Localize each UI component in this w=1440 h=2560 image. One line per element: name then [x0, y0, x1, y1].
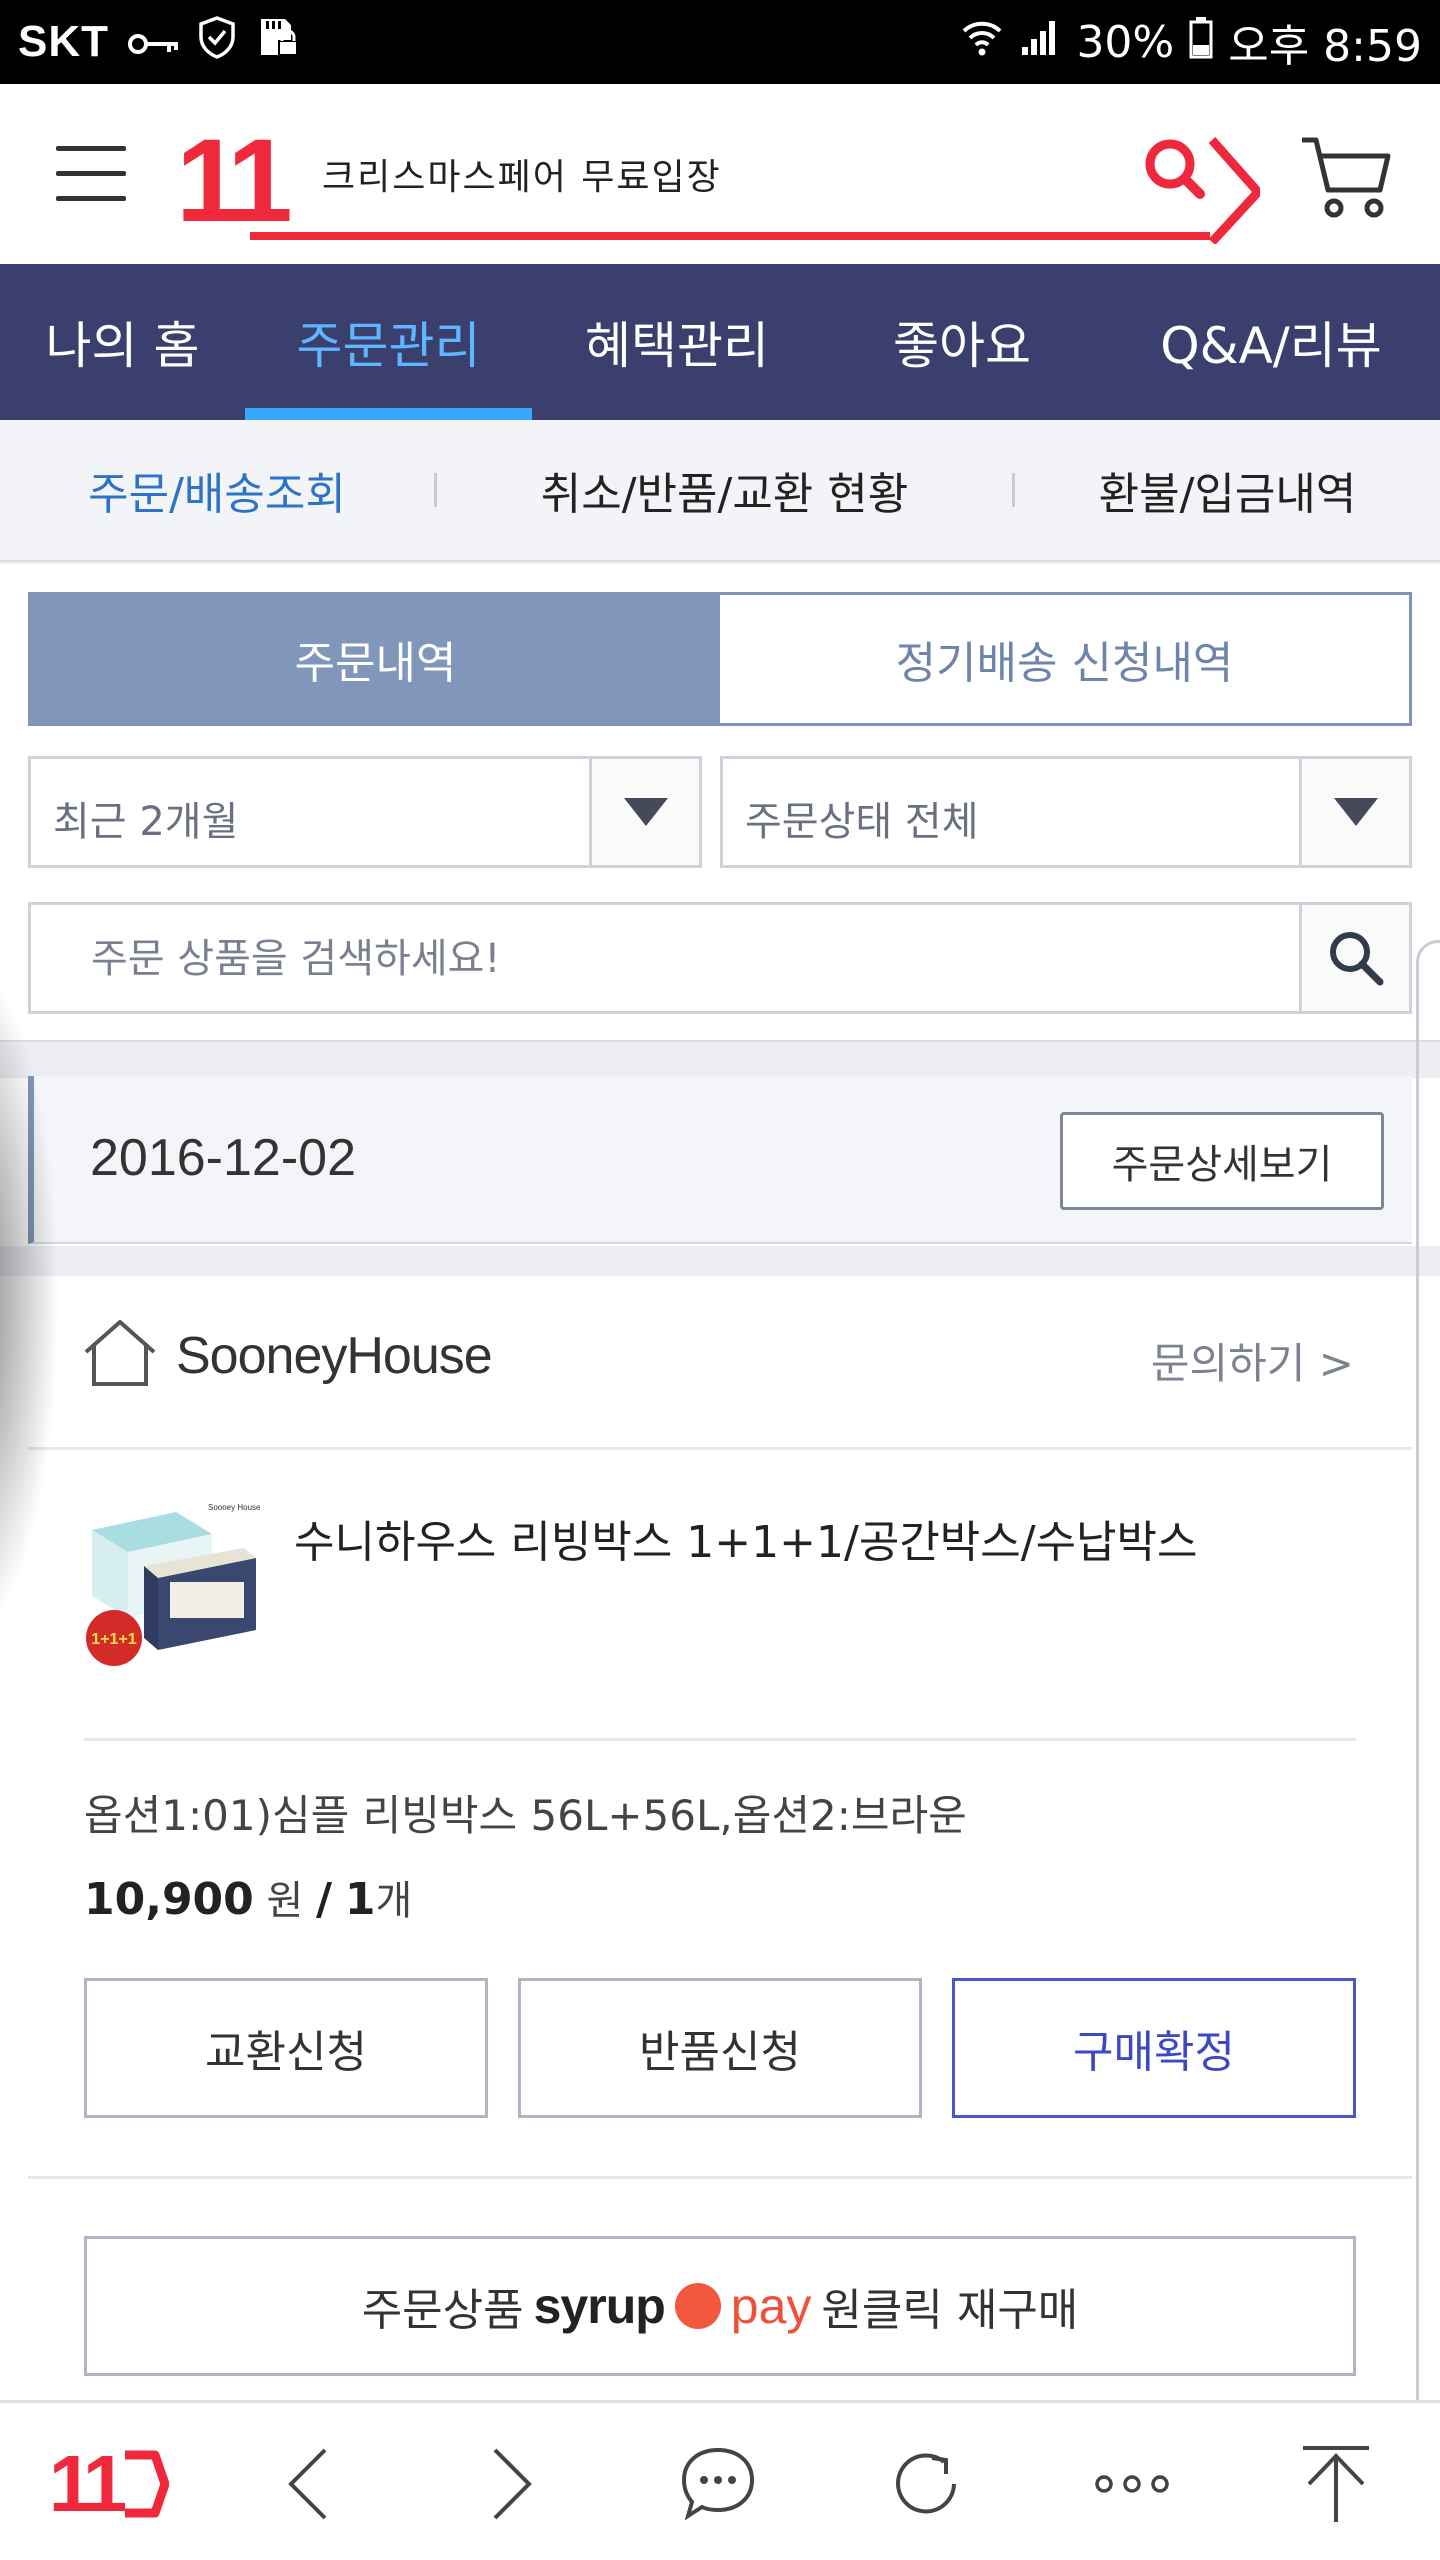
carrier-label: SKT: [18, 17, 109, 66]
tab-qna-review[interactable]: Q&A/리뷰: [1102, 264, 1440, 420]
thumb-brand-text: Sooney House: [208, 1503, 261, 1512]
order-date: 2016-12-02: [90, 1129, 356, 1187]
price-value: 10,900: [84, 1874, 254, 1925]
more-button[interactable]: [1082, 2439, 1182, 2529]
price-unit: 원: [266, 1878, 304, 1924]
repurchase-prefix: 주문상품: [361, 2285, 524, 2336]
chevron-right-icon: [493, 2448, 532, 2520]
header-search[interactable]: 크리스마스페어 무료입장: [250, 124, 1260, 244]
syrup-logo-text: syrup: [533, 2278, 666, 2334]
chevron-left-icon: [288, 2448, 327, 2520]
shop-row: SooneyHouse 문의하기 >: [28, 1276, 1412, 1450]
chevron-down-icon[interactable]: [1299, 759, 1409, 865]
shield-icon: [197, 15, 237, 70]
subtab-refund-deposit[interactable]: 환불/입금내역: [1015, 458, 1440, 522]
segment-subscription-history[interactable]: 정기배송 신청내역: [720, 595, 1409, 723]
shop-name[interactable]: SooneyHouse: [176, 1326, 493, 1386]
search-underline-arrow: [250, 232, 1210, 240]
search-keyword[interactable]: 크리스마스페어 무료입장: [322, 148, 722, 200]
one-click-repurchase-button[interactable]: 주문상품 syrup pay 원클릭 재구매: [84, 2236, 1356, 2376]
quantity-unit: 개: [375, 1878, 413, 1924]
tab-my-home[interactable]: 나의 홈: [0, 264, 245, 420]
key-icon: [127, 17, 179, 68]
pay-logo-text: pay: [730, 2278, 812, 2334]
refresh-icon: [896, 2453, 956, 2514]
status-bar: SKT 30% 오후 8:59: [0, 0, 1440, 84]
refresh-button[interactable]: [876, 2439, 976, 2529]
syrup-pay-dot-icon: [674, 2283, 721, 2329]
status-select-value: 주문상태 전체: [745, 799, 979, 845]
tab-benefits[interactable]: 혜택관리: [532, 264, 822, 420]
sd-card-lock-icon: [255, 15, 299, 70]
scroll-top-button[interactable]: [1286, 2439, 1386, 2529]
search-button[interactable]: [1299, 905, 1409, 1011]
order-detail-button[interactable]: 주문상세보기: [1060, 1112, 1384, 1210]
exchange-request-button[interactable]: 교환신청: [84, 1978, 488, 2118]
signal-icon: [1018, 15, 1062, 70]
tab-order-management[interactable]: 주문관리: [245, 264, 532, 420]
divider: [84, 1738, 1356, 1741]
menu-icon[interactable]: [56, 146, 126, 202]
home-icon[interactable]: [82, 1318, 158, 1388]
search-icon: [1329, 932, 1383, 986]
chat-button[interactable]: [668, 2439, 768, 2529]
chat-bubble-icon: [681, 2447, 755, 2521]
section-gap: [0, 1040, 1440, 1078]
bottom-toolbar: 11: [0, 2400, 1440, 2560]
order-search-bar: [28, 902, 1412, 1014]
subtab-order-delivery[interactable]: 주문/배송조회: [0, 458, 434, 522]
return-request-button[interactable]: 반품신청: [518, 1978, 922, 2118]
product-option: 옵션1:01)심플 리빙박스 56L+56L,옵션2:브라운: [84, 1791, 967, 1840]
order-type-segment: 주문내역 정기배송 신청내역: [28, 592, 1412, 726]
period-select-value: 최근 2개월: [53, 799, 239, 845]
cart-icon[interactable]: [1300, 134, 1392, 220]
section-gap: [0, 1246, 1440, 1276]
subtab-cancel-return-exchange[interactable]: 취소/반품/교환 현황: [437, 458, 1012, 522]
clock: 오후 8:59: [1228, 21, 1422, 72]
battery-icon: [1188, 15, 1214, 70]
app-header: 11 크리스마스페어 무료입장: [0, 84, 1440, 264]
sub-tab-bar: 주문/배송조회 취소/반품/교환 현황 환불/입금내역: [0, 420, 1440, 562]
main-tab-bar: 나의 홈 주문관리 혜택관리 좋아요 Q&A/리뷰: [0, 264, 1440, 420]
arrow-logo-icon: [125, 2450, 170, 2518]
battery-percent: 30%: [1076, 16, 1175, 68]
edge-panel-handle: [1416, 940, 1440, 2440]
quantity-value: 1: [344, 1874, 376, 1925]
period-select[interactable]: 최근 2개월: [28, 756, 702, 868]
more-dots-icon: [1095, 2475, 1169, 2493]
wifi-icon: [960, 15, 1004, 70]
order-date-header: 2016-12-02 주문상세보기: [28, 1076, 1412, 1244]
search-icon[interactable]: [1140, 134, 1260, 244]
divider: [28, 2176, 1412, 2179]
order-card: SooneyHouse 문의하기 > 1+1+1 Sooney House 수니…: [28, 1276, 1412, 2400]
product-name[interactable]: 수니하우스 리빙박스 1+1+1/공간박스/수납박스: [294, 1506, 1294, 1570]
forward-button[interactable]: [462, 2439, 562, 2529]
thumb-badge-text: 1+1+1: [91, 1631, 136, 1648]
product-thumbnail[interactable]: 1+1+1 Sooney House: [84, 1500, 262, 1680]
arrow-up-to-top-icon: [1303, 2446, 1369, 2522]
inquiry-link[interactable]: 문의하기 >: [1151, 1330, 1354, 1391]
confirm-purchase-button[interactable]: 구매확정: [952, 1978, 1356, 2118]
back-button[interactable]: [258, 2439, 358, 2529]
price-quantity: 10,900 원 / 1개: [84, 1874, 413, 1925]
order-search-input[interactable]: [91, 927, 1271, 991]
segment-order-history[interactable]: 주문내역: [31, 595, 720, 723]
logo-11st: 11: [48, 2439, 128, 2528]
status-select[interactable]: 주문상태 전체: [720, 756, 1412, 868]
chevron-down-icon[interactable]: [589, 759, 699, 865]
home-logo-button[interactable]: 11: [34, 2439, 184, 2529]
repurchase-suffix: 원클릭 재구매: [821, 2285, 1079, 2336]
tab-likes[interactable]: 좋아요: [822, 264, 1102, 420]
